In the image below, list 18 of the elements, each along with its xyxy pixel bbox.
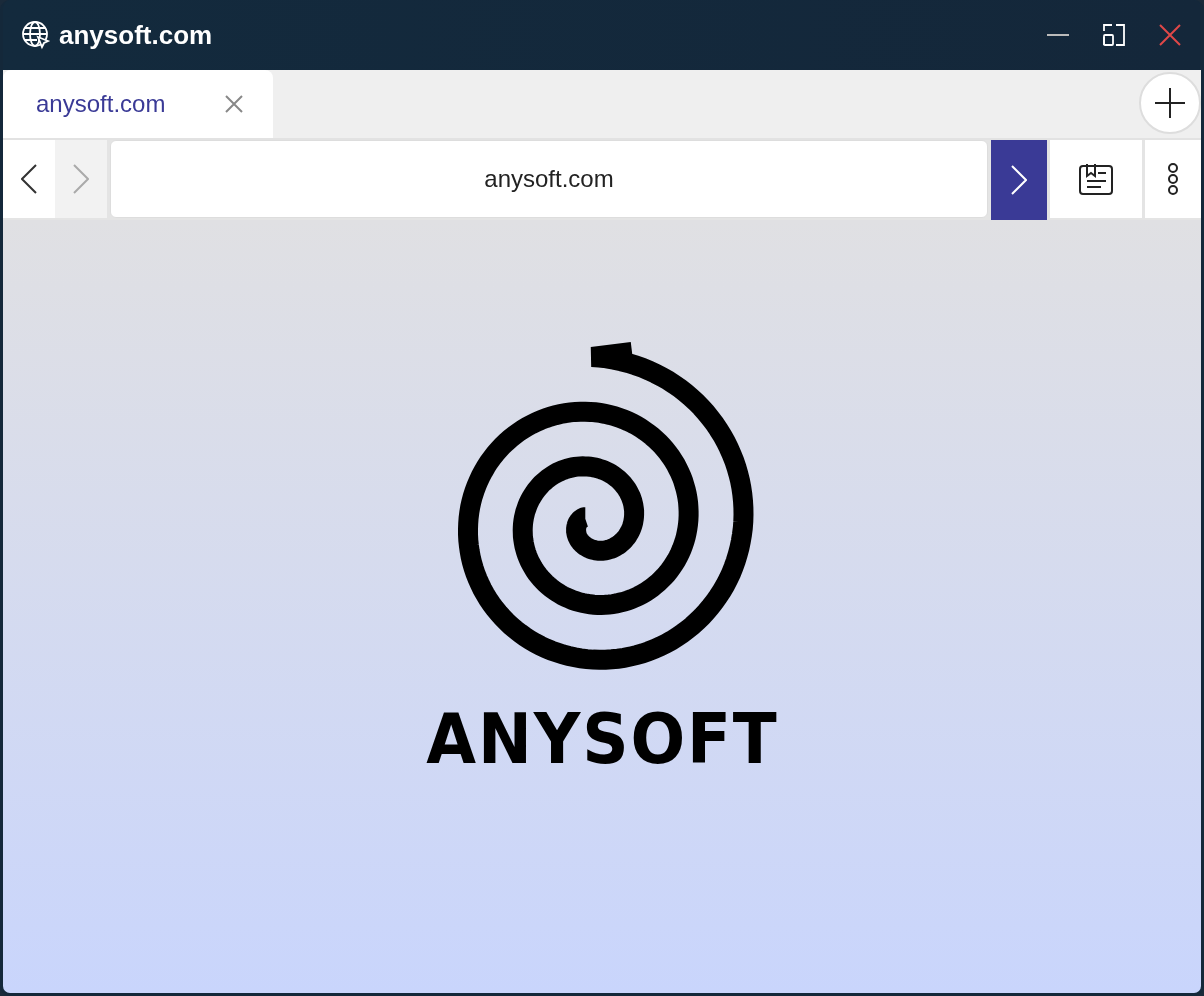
close-icon[interactable] [1159, 24, 1181, 46]
chevron-right-icon [1011, 165, 1027, 195]
maximize-icon[interactable] [1103, 24, 1125, 46]
back-button[interactable] [3, 140, 55, 218]
logo-text: ANYSOFT [425, 698, 779, 780]
chevron-right-icon [73, 164, 89, 194]
menu-icon [1167, 163, 1179, 195]
document-icon [1079, 163, 1113, 195]
address-field[interactable]: anysoft.com [110, 140, 988, 218]
menu-button[interactable] [1145, 140, 1201, 218]
reader-button[interactable] [1050, 140, 1142, 218]
close-icon[interactable] [225, 95, 243, 113]
browser-tab[interactable]: anysoft.com [3, 70, 273, 138]
window-title: anysoft.com [59, 19, 214, 51]
chevron-left-icon [21, 164, 37, 194]
minimize-icon[interactable] [1047, 33, 1069, 37]
plus-icon [1155, 88, 1185, 118]
globe-icon [21, 20, 51, 50]
